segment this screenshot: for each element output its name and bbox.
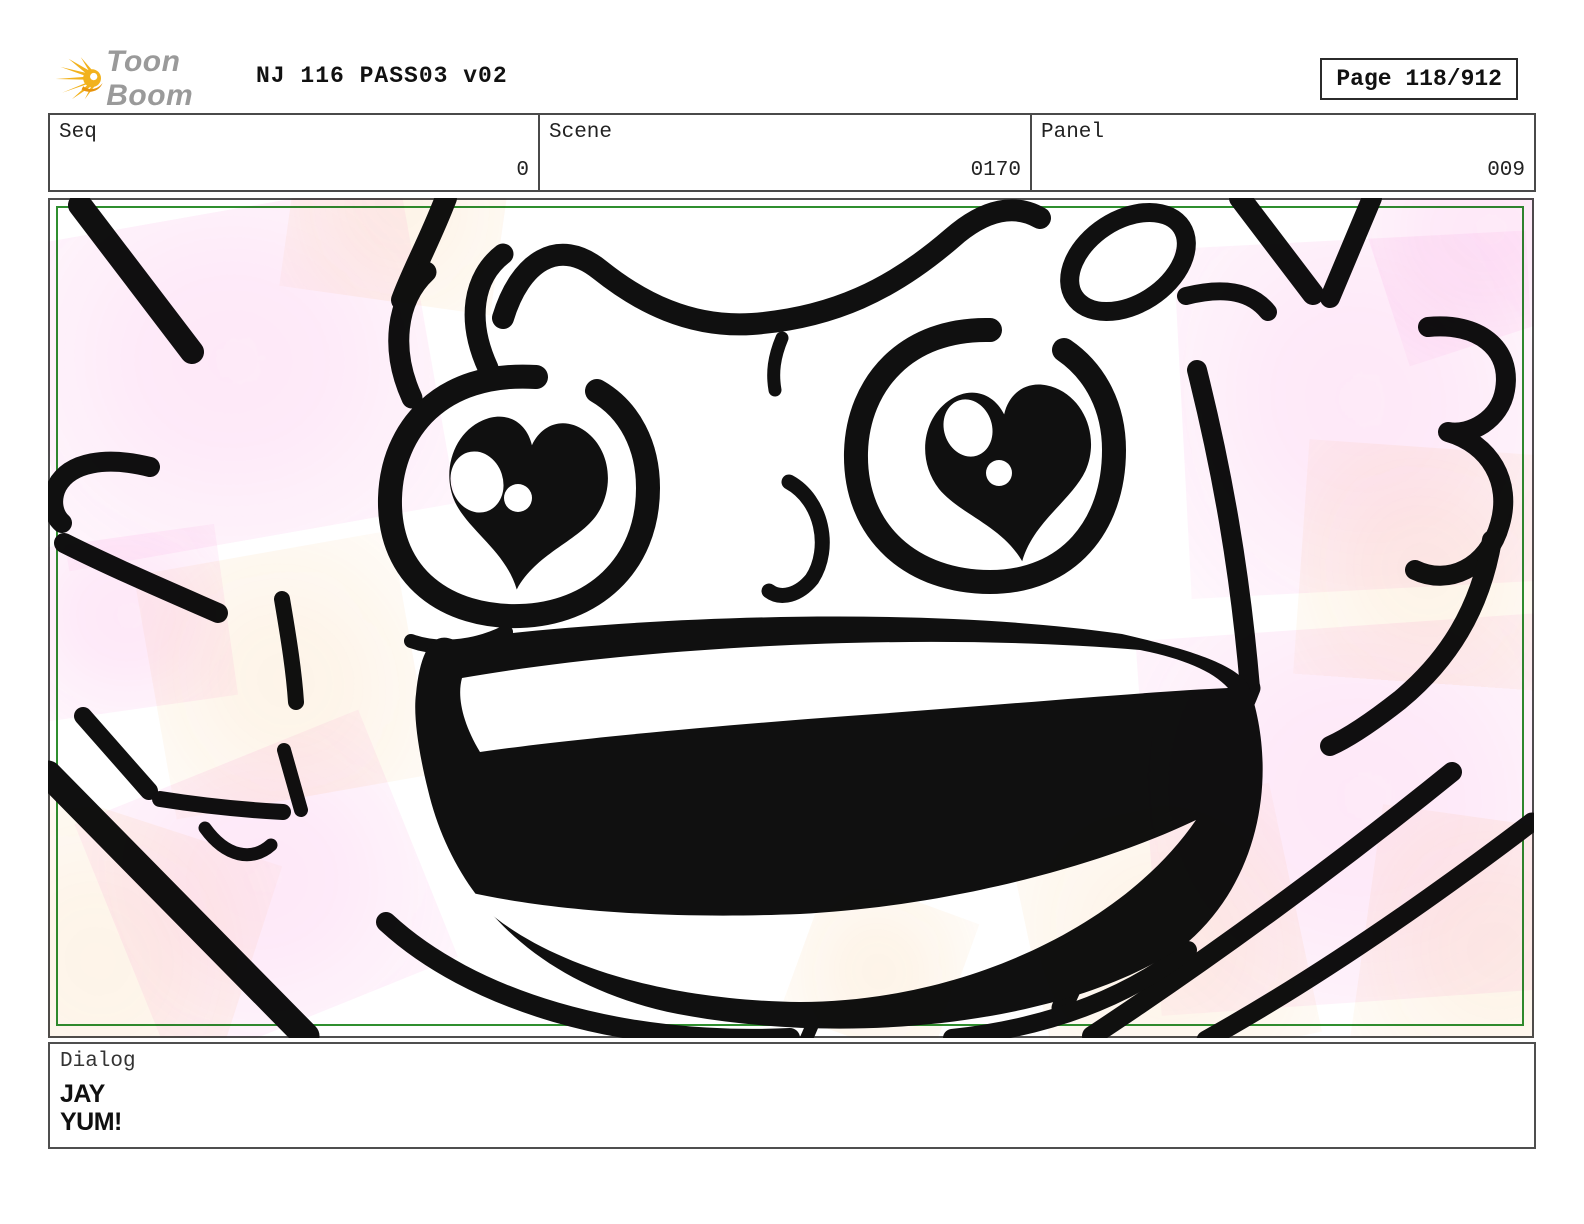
dialog-line-1: JAY: [60, 1080, 105, 1109]
seq-label: Seq: [59, 121, 97, 144]
seq-value: 0: [516, 159, 529, 182]
toonboom-logo: Toon Boom: [54, 52, 244, 106]
dialog-label: Dialog: [60, 1050, 136, 1073]
panel-value: 009: [1487, 159, 1525, 182]
info-row: Seq 0 Scene 0170 Panel 009: [48, 113, 1536, 192]
header: Toon Boom NJ 116 PASS03 v02 Page 118/912: [48, 48, 1536, 112]
toonboom-burst-icon: [54, 52, 104, 106]
panel-label: Panel: [1041, 121, 1104, 144]
seq-cell: Seq 0: [50, 115, 540, 190]
storyboard-export-page: Toon Boom NJ 116 PASS03 v02 Page 118/912…: [0, 0, 1584, 1224]
dialog-box: Dialog JAY YUM!: [48, 1042, 1536, 1149]
logo-wordmark: Toon Boom: [106, 45, 244, 113]
scene-label: Scene: [549, 121, 612, 144]
storyboard-drawing: [48, 198, 1534, 1038]
dialog-line-2: YUM!: [60, 1108, 122, 1137]
scene-value: 0170: [971, 159, 1021, 182]
page-number-box: Page 118/912: [1320, 58, 1518, 100]
storyboard-panel: [48, 198, 1534, 1038]
scene-cell: Scene 0170: [540, 115, 1032, 190]
panel-cell: Panel 009: [1032, 115, 1534, 190]
document-title: NJ 116 PASS03 v02: [256, 63, 508, 89]
